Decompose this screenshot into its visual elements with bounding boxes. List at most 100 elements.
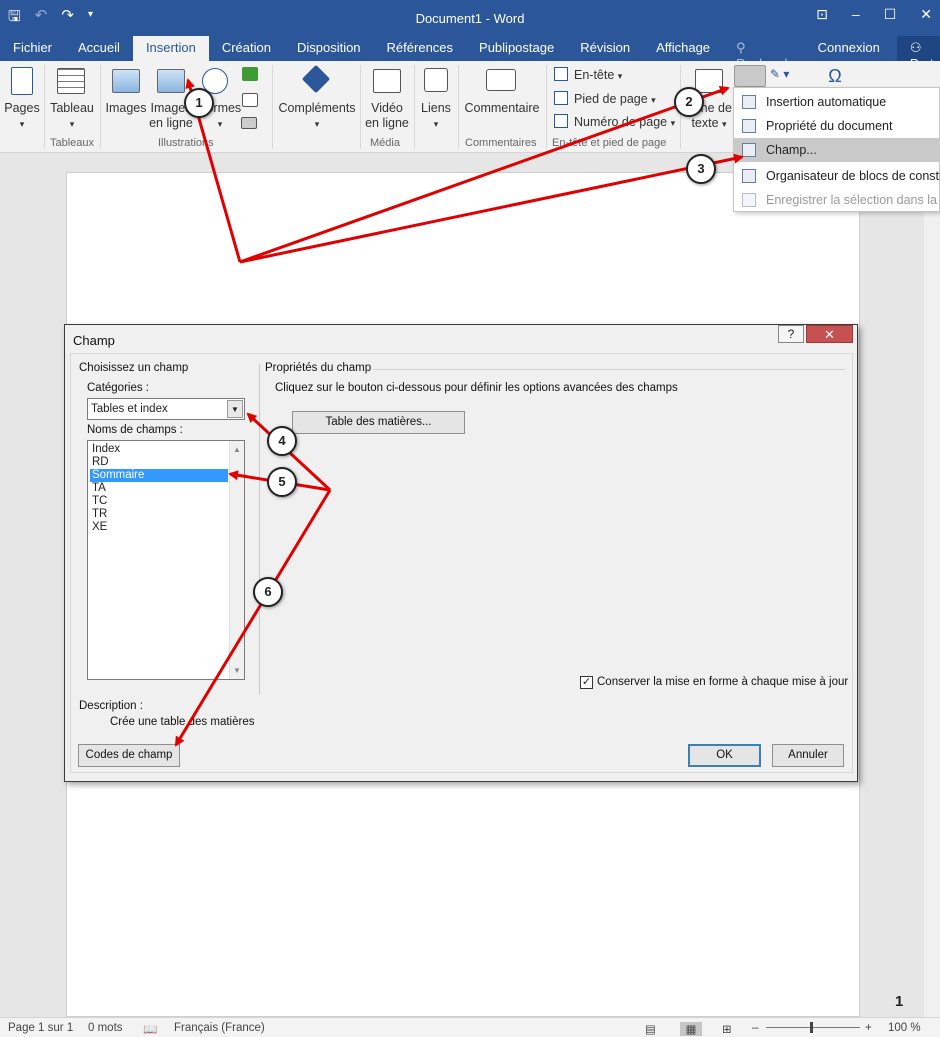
document-property-icon (742, 119, 756, 133)
smartart-icon[interactable] (242, 67, 258, 81)
ribbon-display-icon[interactable]: ⊡ (816, 6, 828, 23)
categories-select[interactable]: Tables et index ▼ (87, 398, 245, 420)
tell-me-search[interactable]: ⚲ Recherch (723, 36, 805, 71)
zoom-level[interactable]: 100 % (888, 1022, 921, 1034)
table-of-contents-button[interactable]: Table des matières... (292, 411, 465, 434)
categories-label: Catégories : (87, 382, 150, 394)
online-images-icon[interactable] (157, 69, 185, 93)
callout-6: 6 (253, 577, 283, 607)
preserve-formatting-label: Conserver la mise en forme à chaque mise… (597, 676, 849, 688)
page-count[interactable]: Page 1 sur 1 (8, 1022, 73, 1034)
field-codes-button[interactable]: Codes de champ (78, 744, 180, 767)
read-mode-icon[interactable]: ▤ (645, 1022, 656, 1036)
panel-divider (259, 364, 260, 694)
user-icon: ⚇ (909, 40, 922, 55)
links-button[interactable]: Liens ▾ (416, 101, 456, 132)
minimize-icon[interactable]: – (852, 6, 860, 23)
images-icon[interactable] (112, 69, 140, 93)
cancel-button[interactable]: Annuler (772, 744, 844, 767)
tab-publipostage[interactable]: Publipostage (466, 36, 567, 61)
callout-2: 2 (674, 87, 704, 117)
table-icon[interactable] (57, 68, 85, 94)
menu-item-building-blocks[interactable]: Organisateur de blocs de construction... (734, 164, 940, 188)
callout-3: 3 (686, 154, 716, 184)
share-button[interactable]: ⚇ Partager (896, 36, 940, 71)
web-layout-icon[interactable]: ⊞ (722, 1022, 732, 1036)
description-text: Crée une table des matières (110, 716, 255, 728)
tab-disposition[interactable]: Disposition (284, 36, 374, 61)
textbox-icon[interactable] (695, 69, 723, 93)
tab-insertion[interactable]: Insertion (132, 36, 209, 61)
dialog-title: Champ (73, 333, 115, 348)
quickparts-icon[interactable] (734, 65, 766, 87)
page-number-button[interactable]: Numéro de page ▾ (554, 114, 675, 129)
tab-revision[interactable]: Révision (567, 36, 643, 61)
vertical-scrollbar[interactable] (924, 153, 940, 1017)
addins-button[interactable]: Compléments ▾ (276, 101, 358, 132)
comment-icon[interactable] (486, 69, 516, 91)
tab-affichage[interactable]: Affichage (643, 36, 723, 61)
building-blocks-icon (742, 169, 756, 183)
tab-accueil[interactable]: Accueil (65, 36, 133, 61)
list-item-selected[interactable]: Sommaire (90, 469, 228, 482)
zoom-out-icon[interactable]: – (752, 1022, 758, 1034)
language-indicator[interactable]: Français (France) (174, 1022, 265, 1034)
zoom-in-icon[interactable]: + (865, 1022, 872, 1034)
autotext-icon (742, 95, 756, 109)
list-item[interactable]: TR (90, 508, 228, 521)
chart-icon[interactable] (242, 93, 258, 107)
close-window-icon[interactable]: ✕ (920, 6, 932, 23)
list-scrollbar[interactable]: ▲ ▼ (229, 441, 244, 679)
proofing-icon[interactable]: 📖 (143, 1022, 157, 1036)
store-icon[interactable] (301, 64, 331, 94)
preserve-formatting-checkbox[interactable]: ✓ (580, 676, 593, 689)
window-title: Document1 - Word (415, 11, 525, 26)
pages-button[interactable]: Pages ▾ (2, 101, 42, 132)
pages-icon[interactable] (11, 67, 33, 95)
header-button[interactable]: En-tête ▾ (554, 67, 622, 82)
footer-button[interactable]: Pied de page ▾ (554, 91, 656, 106)
ok-button[interactable]: OK (688, 744, 761, 767)
list-item[interactable]: RD (90, 456, 228, 469)
list-item[interactable]: TA (90, 482, 228, 495)
title-bar: 🖫 ↶ ↷ ▾ Document1 - Word ⊡ – ☐ ✕ (0, 0, 940, 36)
list-item[interactable]: Index (90, 443, 228, 456)
images-button[interactable]: Images (104, 101, 148, 116)
field-dialog: Champ ? ✕ Choisissez un champ Catégories… (64, 324, 858, 782)
print-layout-icon[interactable]: ▦ (680, 1022, 702, 1036)
video-icon[interactable] (373, 69, 401, 93)
sign-in-link[interactable]: Connexion (805, 36, 893, 61)
field-properties-heading: Propriétés du champ (265, 362, 372, 374)
list-item[interactable]: TC (90, 495, 228, 508)
close-dialog-button[interactable]: ✕ (806, 325, 853, 343)
word-count[interactable]: 0 mots (88, 1022, 123, 1034)
links-icon[interactable] (424, 68, 448, 92)
quick-parts-menu: Insertion automatique Propriété du docum… (733, 87, 940, 212)
maximize-icon[interactable]: ☐ (884, 6, 897, 23)
online-video-button[interactable]: Vidéo en ligne (362, 101, 412, 131)
callout-1: 1 (184, 88, 214, 118)
zoom-slider[interactable] (766, 1027, 860, 1028)
table-button[interactable]: Tableau ▾ (48, 101, 96, 132)
list-item[interactable]: XE (90, 521, 228, 534)
ribbon-tabs: Fichier Accueil Insertion Création Dispo… (0, 36, 940, 71)
menu-item-autotext[interactable]: Insertion automatique (734, 90, 940, 114)
screenshot-icon[interactable] (241, 117, 257, 129)
signature-icon[interactable]: ✎ ▾ (770, 67, 796, 85)
help-button[interactable]: ? (778, 325, 804, 343)
tab-references[interactable]: Références (374, 36, 466, 61)
comment-button[interactable]: Commentaire (460, 101, 544, 116)
menu-item-field[interactable]: Champ... (734, 138, 940, 162)
field-icon (742, 143, 756, 157)
status-bar: Page 1 sur 1 0 mots 📖 Français (France) … (0, 1017, 940, 1037)
group-label-illustrations: Illustrations (158, 137, 214, 149)
zoom-slider-thumb[interactable] (810, 1022, 813, 1033)
tab-creation[interactable]: Création (209, 36, 284, 61)
field-names-list[interactable]: Index RD Sommaire TA TC TR XE ▲ ▼ (87, 440, 245, 680)
menu-item-document-property[interactable]: Propriété du document (734, 114, 940, 138)
scroll-up-icon[interactable]: ▲ (230, 445, 244, 454)
scroll-down-icon[interactable]: ▼ (230, 666, 244, 675)
chevron-down-icon[interactable]: ▼ (227, 400, 243, 418)
tab-fichier[interactable]: Fichier (0, 36, 65, 61)
dialog-body: Choisissez un champ Catégories : Tables … (70, 353, 853, 773)
